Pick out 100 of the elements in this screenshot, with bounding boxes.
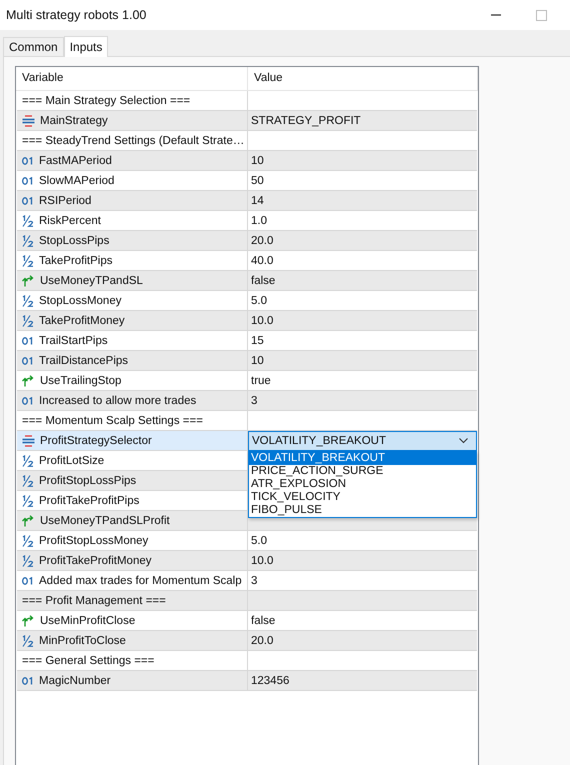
table-row[interactable]: ProfitTakeProfitMoney 10.0 bbox=[17, 551, 477, 571]
fraction-icon bbox=[22, 294, 34, 306]
value-text: false bbox=[251, 274, 276, 286]
value-text: true bbox=[251, 374, 271, 386]
table-row[interactable]: MainStrategy STRATEGY_PROFIT bbox=[17, 111, 477, 131]
variable-name: Increased to allow more trades bbox=[39, 394, 196, 406]
section-heading: === Profit Management === bbox=[22, 594, 166, 606]
value-text: 1.0 bbox=[251, 214, 267, 226]
table-row[interactable]: SlowMAPeriod 50 bbox=[17, 171, 477, 191]
section-heading: === Momentum Scalp Settings === bbox=[22, 414, 203, 426]
value-text: 10 bbox=[251, 154, 264, 166]
variable-name: TakeProfitMoney bbox=[39, 314, 125, 326]
table-row[interactable]: RSIPeriod 14 bbox=[17, 191, 477, 211]
fraction-icon bbox=[22, 474, 34, 486]
tab[interactable]: Inputs bbox=[64, 36, 108, 57]
variable-name: UseMinProfitClose bbox=[40, 614, 136, 626]
value-dropdown[interactable]: VOLATILITY_BREAKOUT bbox=[248, 431, 477, 451]
chevron-down-icon bbox=[459, 438, 468, 444]
value-text: STRATEGY_PROFIT bbox=[251, 114, 361, 126]
table-row[interactable]: FastMAPeriod 10 bbox=[17, 151, 477, 171]
variable-name: StopLossPips bbox=[39, 234, 110, 246]
table-row[interactable]: UseMoneyTPandSL false bbox=[17, 271, 477, 291]
variable-name: MainStrategy bbox=[40, 114, 108, 126]
integer-icon bbox=[22, 356, 34, 364]
variable-name: Added max trades for Momentum Scalp bbox=[39, 574, 242, 586]
section-heading: === Main Strategy Selection === bbox=[22, 94, 190, 106]
table-row[interactable]: === Profit Management === bbox=[17, 591, 477, 611]
branch-arrow-icon bbox=[22, 514, 35, 527]
fraction-icon bbox=[22, 454, 34, 466]
fraction-icon bbox=[22, 534, 34, 546]
table-row[interactable]: === Momentum Scalp Settings === bbox=[17, 411, 477, 431]
table-row[interactable]: === SteadyTrend Settings (Default Strate… bbox=[17, 131, 477, 151]
integer-icon bbox=[22, 196, 34, 204]
integer-icon bbox=[22, 156, 34, 164]
variable-name: UseMoneyTPandSL bbox=[40, 274, 143, 286]
variable-name: ProfitTakeProfitPips bbox=[39, 494, 140, 506]
dropdown-option[interactable]: TICK_VELOCITY bbox=[249, 491, 476, 504]
list-icon bbox=[22, 434, 35, 446]
value-text: 3 bbox=[251, 574, 258, 586]
value-text: 10 bbox=[251, 354, 264, 366]
value-text: 15 bbox=[251, 334, 264, 346]
table-row[interactable]: RiskPercent 1.0 bbox=[17, 211, 477, 231]
integer-icon bbox=[22, 396, 34, 404]
table-row[interactable]: === General Settings === bbox=[17, 651, 477, 671]
tab[interactable]: Common bbox=[3, 37, 64, 56]
variable-name: MinProfitToClose bbox=[39, 634, 126, 646]
variable-name: TrailDistancePips bbox=[39, 354, 128, 366]
table-row[interactable]: StopLossMoney 5.0 bbox=[17, 291, 477, 311]
integer-icon bbox=[22, 576, 34, 584]
value-text: 14 bbox=[251, 194, 264, 206]
table-row[interactable]: TakeProfitMoney 10.0 bbox=[17, 311, 477, 331]
variable-name: MagicNumber bbox=[39, 674, 111, 686]
value-text: 10.0 bbox=[251, 314, 274, 326]
value-text: 3 bbox=[251, 394, 258, 406]
list-icon bbox=[22, 114, 35, 126]
table-row[interactable]: MagicNumber 123456 bbox=[17, 671, 477, 691]
branch-arrow-icon bbox=[22, 614, 35, 627]
variable-name: RSIPeriod bbox=[39, 194, 92, 206]
integer-icon bbox=[22, 176, 34, 184]
table-row[interactable]: UseMinProfitClose false bbox=[17, 611, 477, 631]
table-row[interactable]: TrailStartPips 15 bbox=[17, 331, 477, 351]
value-text: 40.0 bbox=[251, 254, 274, 266]
variable-name: ProfitStrategySelector bbox=[40, 434, 152, 446]
table-row[interactable]: ProfitStopLossMoney 5.0 bbox=[17, 531, 477, 551]
table-row[interactable]: TakeProfitPips 40.0 bbox=[17, 251, 477, 271]
variable-name: TakeProfitPips bbox=[39, 254, 113, 266]
value-text: false bbox=[251, 614, 276, 626]
dropdown-option[interactable]: ATR_EXPLOSION bbox=[249, 478, 476, 491]
window-title: Multi strategy robots 1.00 bbox=[6, 8, 148, 22]
table-row[interactable]: UseTrailingStop true bbox=[17, 371, 477, 391]
integer-icon bbox=[22, 676, 34, 684]
fraction-icon bbox=[22, 214, 34, 226]
variable-name: StopLossMoney bbox=[39, 294, 122, 306]
value-text: 10.0 bbox=[251, 554, 274, 566]
variable-name: SlowMAPeriod bbox=[39, 174, 114, 186]
value-text: 5.0 bbox=[251, 294, 267, 306]
value-text: 50 bbox=[251, 174, 264, 186]
value-text: 20.0 bbox=[251, 234, 274, 246]
table-row[interactable]: === Main Strategy Selection === bbox=[17, 91, 477, 111]
dropdown-option[interactable]: VOLATILITY_BREAKOUT bbox=[249, 452, 476, 465]
fraction-icon bbox=[22, 554, 34, 566]
fraction-icon bbox=[22, 254, 34, 266]
variable-name: ProfitLotSize bbox=[39, 454, 104, 466]
section-heading: === SteadyTrend Settings (Default Strate… bbox=[22, 134, 244, 146]
table-row[interactable]: Increased to allow more trades 3 bbox=[17, 391, 477, 411]
variable-name: ProfitStopLossMoney bbox=[39, 534, 148, 546]
table-row[interactable]: TrailDistancePips 10 bbox=[17, 351, 477, 371]
value-text: 123456 bbox=[251, 674, 290, 686]
fraction-icon bbox=[22, 314, 34, 326]
fraction-icon bbox=[22, 494, 34, 506]
table-row[interactable]: MinProfitToClose 20.0 bbox=[17, 631, 477, 651]
variable-name: TrailStartPips bbox=[39, 334, 108, 346]
column-header: Value bbox=[248, 67, 478, 90]
variable-name: UseMoneyTPandSLProfit bbox=[40, 514, 170, 526]
value-text: 20.0 bbox=[251, 634, 274, 646]
variable-name: ProfitStopLossPips bbox=[39, 474, 136, 486]
variable-name: RiskPercent bbox=[39, 214, 101, 226]
table-row[interactable]: Added max trades for Momentum Scalp 3 bbox=[17, 571, 477, 591]
table-row[interactable]: StopLossPips 20.0 bbox=[17, 231, 477, 251]
variable-name: ProfitTakeProfitMoney bbox=[39, 554, 152, 566]
